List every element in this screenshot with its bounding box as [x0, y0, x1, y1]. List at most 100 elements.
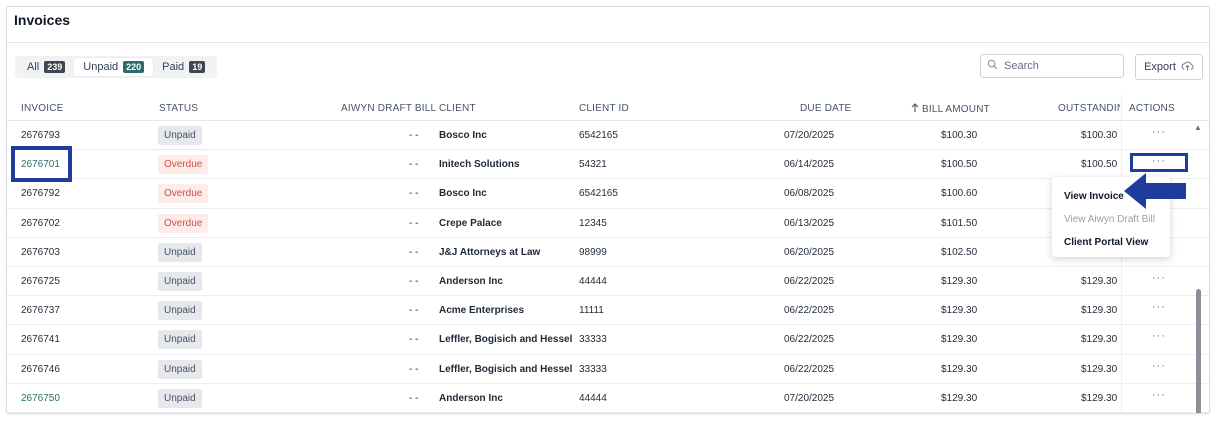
client-id: 44444	[579, 392, 607, 404]
col-client-id[interactable]: CLIENT ID	[579, 103, 629, 114]
status-badge: Unpaid	[158, 301, 202, 321]
draft-bill: - -	[409, 188, 419, 200]
status-cell: Overdue	[158, 184, 209, 204]
status-badge: Unpaid	[158, 126, 202, 145]
status-badge: Unpaid	[158, 388, 202, 408]
col-status[interactable]: STATUS	[159, 103, 198, 114]
more-actions-icon[interactable]: ···	[1152, 330, 1166, 342]
client-id: 6542165	[579, 130, 618, 141]
search-input[interactable]	[1004, 60, 1114, 72]
client-name: Anderson Inc	[439, 392, 503, 404]
invoice-number: 2676725	[21, 275, 60, 287]
invoice-number: 2676703	[21, 246, 60, 258]
table-row[interactable]: 2676741 Unpaid - - Leffler, Bogisich and He…	[7, 325, 1209, 355]
client-id: 11111	[579, 305, 604, 317]
due-date: 06/22/2025	[784, 305, 835, 317]
table-row[interactable]: 2676737 Unpaid - - Acme Enterprises 11111 06/…	[7, 296, 1209, 326]
search-icon	[987, 57, 998, 75]
client-id: 12345	[579, 217, 607, 229]
table-row[interactable]: 2676701 Overdue - - Initech Solutions 54321 0…	[7, 150, 1209, 180]
col-actions: ACTIONS	[1129, 103, 1175, 114]
tab-label: All	[27, 61, 40, 73]
tab-count: 220	[123, 61, 145, 73]
table-row[interactable]: 2676725 Unpaid - - Anderson Inc 44444 06/22/2…	[7, 267, 1209, 297]
outstanding-amount: $100.30	[1081, 130, 1118, 141]
bill-amount: $129.30	[941, 363, 978, 375]
more-actions-icon[interactable]: ···	[1152, 389, 1166, 401]
col-outstanding[interactable]: OUTSTANDING	[1058, 103, 1120, 114]
invoice-number: 2676746	[21, 363, 60, 375]
due-date: 06/22/2025	[784, 363, 835, 375]
more-actions-icon[interactable]: ···	[1152, 301, 1166, 313]
outstanding-amount: $100.50	[1081, 159, 1118, 171]
col-draft[interactable]: AIWYN DRAFT BILL	[341, 103, 436, 114]
table-row[interactable]: 2676793 Unpaid - - Bosco Inc 6542165 07/20/20…	[7, 121, 1209, 151]
status-cell: Unpaid	[158, 301, 202, 321]
table-row[interactable]: 2676750 Unpaid - - Anderson Inc 44444 07/20/2…	[7, 384, 1209, 413]
col-client[interactable]: CLIENT	[439, 103, 476, 114]
tab-all[interactable]: All 239	[18, 58, 74, 76]
scroll-up-icon[interactable]: ▲	[1194, 123, 1202, 132]
bill-amount: $129.30	[941, 334, 978, 346]
col-due-date[interactable]: DUE DATE	[800, 103, 851, 114]
sort-up-arrow-icon	[911, 103, 922, 115]
table-row[interactable]: 2676703 Unpaid - - J&J Attorneys at Law 9899…	[7, 238, 1209, 267]
tab-unpaid[interactable]: Unpaid 220	[74, 58, 154, 76]
table-row[interactable]: 2676746 Unpaid - - Leffler, Bogisich and He…	[7, 355, 1209, 384]
highlight-box-invoice	[11, 146, 72, 182]
due-date: 06/08/2025	[784, 188, 835, 200]
client-name: Bosco Inc	[439, 130, 487, 141]
due-date: 07/20/2025	[784, 130, 835, 141]
invoices-panel: Invoices All 239 Unpaid 220 Paid 19 Expo…	[6, 6, 1210, 414]
tab-paid[interactable]: Paid 19	[153, 58, 214, 76]
invoice-number[interactable]: 2676750	[21, 393, 60, 404]
scrollbar-thumb[interactable]	[1196, 289, 1201, 413]
tab-label: Paid	[162, 61, 185, 73]
outstanding-amount: $129.30	[1081, 392, 1118, 404]
draft-bill: - -	[409, 159, 419, 171]
client-id: 98999	[579, 246, 607, 258]
client-id: 44444	[579, 275, 607, 287]
table-row[interactable]: 2676792 Overdue - - Bosco Inc 6542165 06/08/2…	[7, 179, 1209, 209]
status-badge: Unpaid	[158, 242, 202, 262]
client-name: Initech Solutions	[439, 159, 520, 171]
status-cell: Unpaid	[158, 242, 202, 262]
status-cell: Unpaid	[158, 330, 202, 350]
due-date: 06/22/2025	[784, 334, 835, 346]
draft-bill: - -	[409, 392, 419, 404]
due-date: 06/22/2025	[784, 275, 835, 287]
bill-amount: $100.30	[941, 130, 978, 141]
status-badge: Overdue	[158, 155, 209, 175]
more-actions-icon[interactable]: ···	[1152, 272, 1166, 284]
more-actions-icon[interactable]: ···	[1152, 360, 1166, 372]
draft-bill: - -	[409, 217, 419, 229]
client-id: 33333	[579, 334, 607, 346]
client-name: Crepe Palace	[439, 217, 502, 229]
client-name: J&J Attorneys at Law	[439, 246, 541, 258]
col-invoice[interactable]: INVOICE	[21, 103, 64, 114]
client-id: 54321	[579, 159, 607, 171]
draft-bill: - -	[409, 363, 419, 375]
bill-amount: $100.50	[941, 159, 978, 171]
client-name: Leffler, Bogisich and Hessel	[439, 363, 573, 375]
col-bill-amount[interactable]: BILL AMOUNT	[911, 103, 990, 115]
tab-count: 19	[189, 61, 206, 73]
client-name: Leffler, Bogisich and Hessel	[439, 334, 573, 346]
status-badge: Unpaid	[158, 271, 202, 291]
outstanding-amount: $129.30	[1081, 305, 1118, 317]
bill-amount: $129.30	[941, 392, 978, 404]
export-button[interactable]: Export	[1135, 54, 1203, 80]
draft-bill: - -	[409, 305, 419, 317]
status-cell: Overdue	[158, 155, 209, 175]
status-badge: Overdue	[158, 213, 209, 233]
bill-amount: $129.30	[941, 305, 978, 317]
bill-amount: $101.50	[941, 217, 978, 229]
menu-client-portal-view[interactable]: Client Portal View	[1052, 231, 1170, 254]
title-bar: Invoices	[7, 7, 1209, 43]
search-box[interactable]	[980, 54, 1124, 78]
table-row[interactable]: 2676702 Overdue - - Crepe Palace 12345 06/13/…	[7, 209, 1209, 238]
status-badge: Unpaid	[158, 359, 202, 379]
more-actions-icon[interactable]: ···	[1152, 126, 1166, 138]
client-id: 6542165	[579, 188, 618, 200]
draft-bill: - -	[409, 130, 419, 141]
